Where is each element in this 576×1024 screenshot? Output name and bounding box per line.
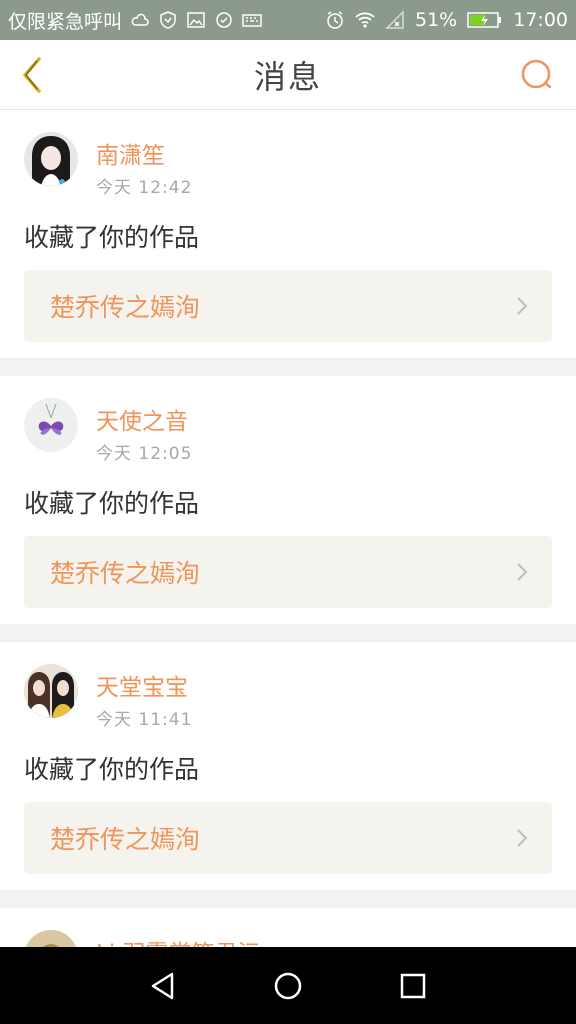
message-time: 今天 11:41 [96,710,193,730]
divider [0,890,576,908]
wifi-icon [355,10,375,30]
keyboard-icon [242,10,262,30]
search-icon [521,59,552,89]
sender-name[interactable]: 天使之音 [96,402,188,436]
work-title: 楚乔传之嫣洵 [50,825,201,854]
message-item[interactable]: 南潇笙 今天 12:42 收藏了你的作品 楚乔传之嫣洵 [0,110,576,358]
sender-name[interactable]: 南潇笙 [96,136,165,170]
carrier-text: 仅限紧急呼叫 [8,10,123,33]
battery-icon [467,10,503,30]
avatar[interactable] [24,664,78,718]
recents-square-icon [401,973,426,998]
message-item[interactable]: 天堂宝宝 今天 11:41 收藏了你的作品 楚乔传之嫣洵 [0,642,576,890]
back-nav-button[interactable] [138,961,188,1011]
work-link[interactable]: 楚乔传之嫣洵 [24,270,552,342]
message-time: 今天 12:42 [96,178,193,198]
recents-nav-button[interactable] [388,961,438,1011]
sender-name[interactable]: 天堂宝宝 [96,668,188,702]
message-list[interactable]: 南潇笙 今天 12:42 收藏了你的作品 楚乔传之嫣洵 天使之音 今天 12:0… [0,110,576,947]
home-nav-button[interactable] [263,961,313,1011]
avatar[interactable] [24,398,78,452]
work-link[interactable]: 楚乔传之嫣洵 [24,536,552,608]
app-header: 消息 [0,40,576,110]
avatar[interactable] [24,132,78,186]
back-triangle-icon [151,972,173,999]
message-text: 收藏了你的作品 [24,755,200,784]
work-title: 楚乔传之嫣洵 [50,293,201,322]
chevron-right-icon [517,829,528,847]
divider [0,624,576,642]
page-title: 消息 [253,57,322,96]
sender-name[interactable]: Li 羽霓裳笛君沅 [96,934,261,947]
message-item[interactable]: 天使之音 今天 12:05 收藏了你的作品 楚乔传之嫣洵 [0,376,576,624]
cloud-icon [130,10,150,30]
avatar[interactable] [24,930,78,947]
clock: 17:00 [513,9,568,31]
chevron-left-icon [23,57,41,93]
message-item[interactable]: Li 羽霓裳笛君沅 [0,908,576,947]
search-button[interactable] [520,58,554,92]
work-title: 楚乔传之嫣洵 [50,559,201,588]
chevron-right-icon [517,563,528,581]
message-text: 收藏了你的作品 [24,489,200,518]
battery-percent: 51% [415,9,458,31]
alarm-icon [325,10,345,30]
navigation-bar [0,947,576,1024]
image-icon [186,10,206,30]
status-bar: 仅限紧急呼叫 51% 17:00 [0,0,576,40]
work-link[interactable]: 楚乔传之嫣洵 [24,802,552,874]
sync-icon [214,10,234,30]
divider [0,358,576,376]
back-button[interactable] [16,55,48,95]
chevron-right-icon [517,297,528,315]
shield-icon [158,10,178,30]
message-time: 今天 12:05 [96,444,193,464]
home-circle-icon [274,972,302,999]
message-text: 收藏了你的作品 [24,223,200,252]
signal-icon [385,10,405,30]
